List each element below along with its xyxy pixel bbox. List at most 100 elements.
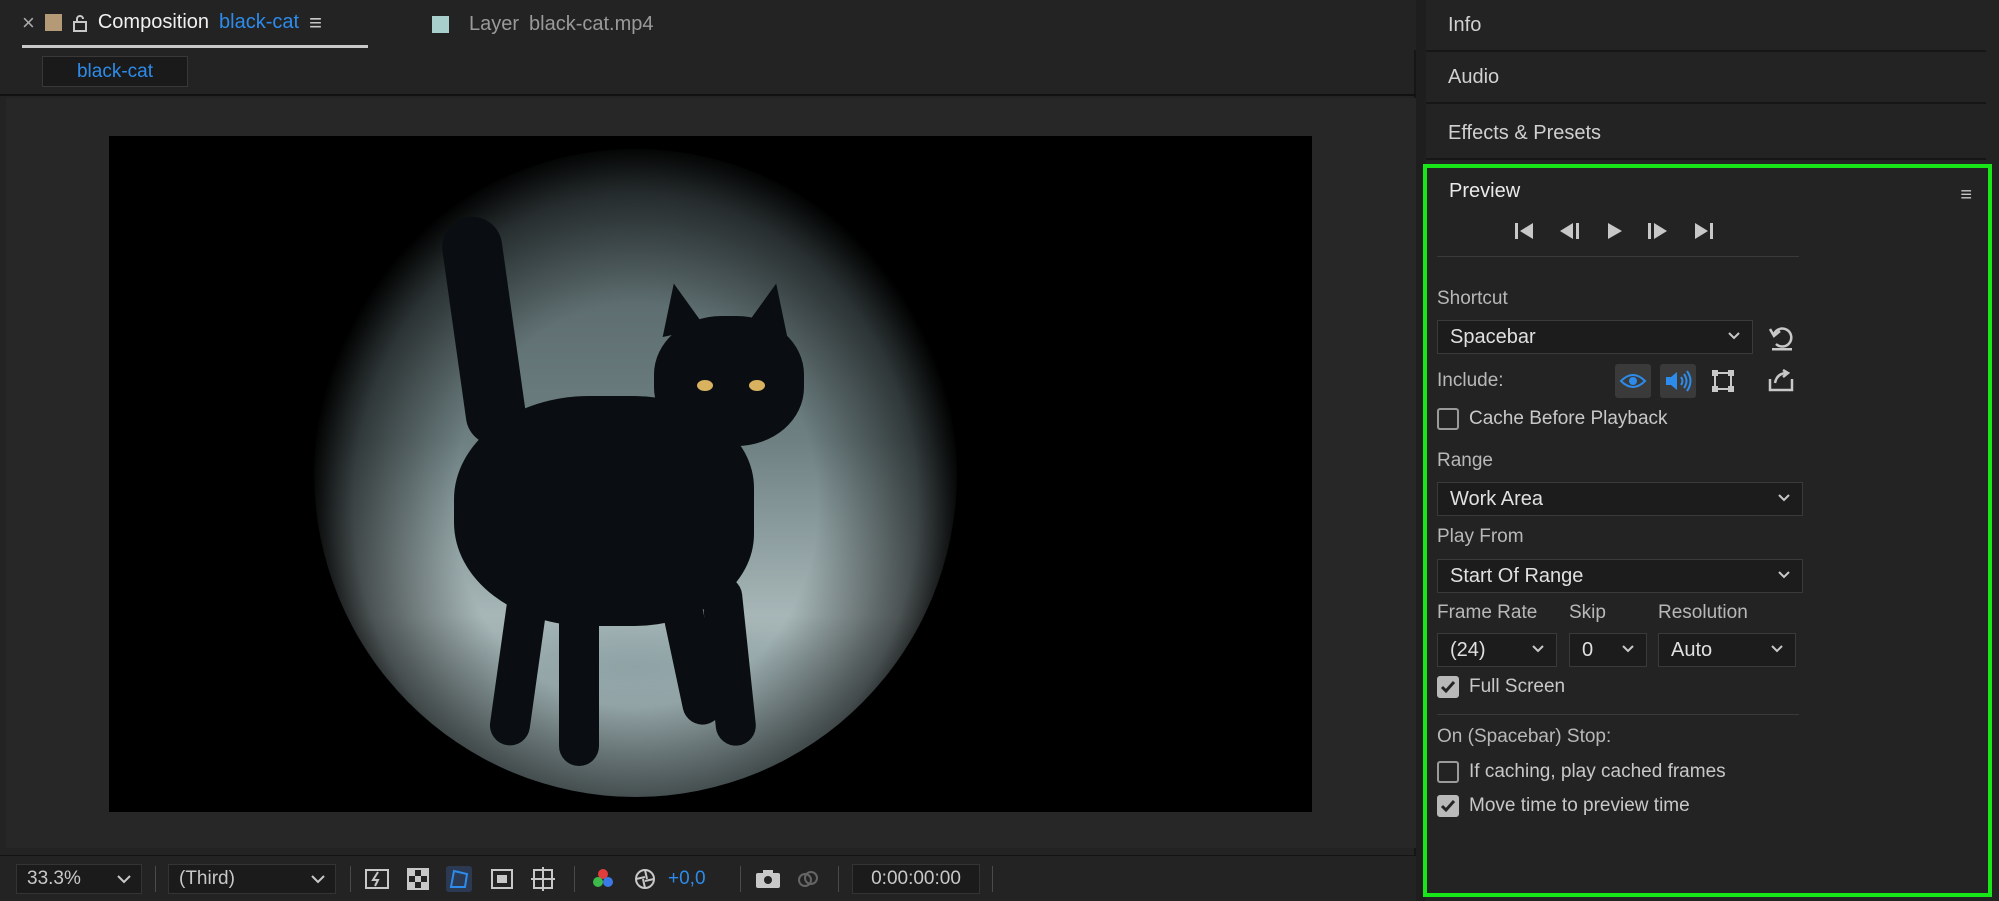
tab-composition-name: black-cat bbox=[219, 11, 300, 33]
tab-layer[interactable]: Layer black-cat.mp4 bbox=[432, 0, 654, 48]
if-caching-row[interactable]: If caching, play cached frames bbox=[1437, 761, 1726, 783]
current-time-value: 0:00:00:00 bbox=[871, 868, 961, 889]
play-from-value: Start Of Range bbox=[1450, 564, 1584, 587]
color-management-icon[interactable] bbox=[632, 866, 658, 892]
cache-before-playback-label: Cache Before Playback bbox=[1469, 408, 1668, 429]
fast-previews-icon[interactable] bbox=[364, 866, 390, 892]
toolbar-divider bbox=[838, 866, 839, 892]
preview-panel: Preview ≡ Shortcut Spacebar Include: Cac… bbox=[1423, 164, 1992, 897]
shortcut-label: Shortcut bbox=[1437, 288, 1508, 309]
preview-panel-title: Preview bbox=[1449, 180, 1521, 202]
move-time-row[interactable]: Move time to preview time bbox=[1437, 795, 1690, 817]
close-tab-button[interactable]: × bbox=[22, 10, 35, 36]
tab-layer-name: black-cat.mp4 bbox=[529, 12, 654, 35]
divider bbox=[1437, 256, 1799, 257]
grid-guides-icon[interactable] bbox=[530, 866, 556, 892]
resolution-dropdown[interactable]: (Third) bbox=[168, 864, 336, 894]
composition-color-swatch[interactable] bbox=[44, 14, 62, 31]
magnification-dropdown[interactable]: 33.3% bbox=[16, 864, 142, 894]
viewer-tab-bar: × Composition black-cat ≡ Layer black-ca… bbox=[0, 0, 1416, 50]
export-output-icon[interactable] bbox=[1763, 364, 1799, 398]
panel-menu-icon[interactable]: ≡ bbox=[1960, 184, 1972, 207]
chevron-down-icon bbox=[1778, 494, 1790, 502]
audio-panel-header[interactable]: Audio bbox=[1426, 52, 1986, 104]
composition-subtab[interactable]: black-cat bbox=[42, 56, 188, 87]
tab-menu-icon[interactable]: ≡ bbox=[309, 10, 322, 36]
if-caching-checkbox[interactable] bbox=[1437, 761, 1459, 783]
include-overlays-toggle[interactable] bbox=[1705, 364, 1741, 398]
full-screen-row[interactable]: Full Screen bbox=[1437, 676, 1565, 698]
chevron-down-icon bbox=[1778, 571, 1790, 579]
range-value: Work Area bbox=[1450, 487, 1543, 510]
chevron-down-icon bbox=[1622, 645, 1634, 653]
full-screen-label: Full Screen bbox=[1469, 676, 1566, 697]
frame-rate-value: (24) bbox=[1450, 638, 1486, 661]
first-frame-button[interactable] bbox=[1510, 216, 1540, 246]
composition-navigator: black-cat bbox=[0, 50, 1416, 96]
tab-composition[interactable]: × Composition black-cat ≡ bbox=[22, 0, 368, 48]
cache-before-playback-checkbox[interactable] bbox=[1437, 408, 1459, 430]
viewer-toolbar: 33.3% (Third) +0,0 0:00:00:00 bbox=[0, 855, 1416, 901]
lock-icon[interactable] bbox=[72, 14, 88, 32]
shortcut-dropdown[interactable]: Spacebar bbox=[1437, 320, 1753, 354]
toolbar-divider bbox=[350, 866, 351, 892]
region-of-interest-icon[interactable] bbox=[489, 866, 515, 892]
chevron-down-icon bbox=[1728, 332, 1740, 340]
cat-eye bbox=[749, 380, 765, 391]
move-time-checkbox[interactable] bbox=[1437, 795, 1459, 817]
camera-snapshot-icon[interactable] bbox=[755, 866, 781, 892]
resolution-label: Resolution bbox=[1658, 602, 1748, 623]
play-button[interactable] bbox=[1599, 216, 1629, 246]
frame-rate-dropdown[interactable]: (24) bbox=[1437, 633, 1557, 667]
show-snapshot-icon[interactable] bbox=[795, 866, 821, 892]
resolution-value: (Third) bbox=[179, 868, 235, 889]
skip-label: Skip bbox=[1569, 602, 1606, 623]
mask-path-visibility-icon[interactable] bbox=[446, 866, 472, 892]
current-time-display[interactable]: 0:00:00:00 bbox=[852, 864, 980, 894]
last-frame-button[interactable] bbox=[1688, 216, 1718, 246]
toolbar-divider bbox=[992, 866, 993, 892]
tab-layer-label: Layer bbox=[469, 12, 520, 35]
exposure-value[interactable]: +0,0 bbox=[668, 864, 706, 894]
tab-composition-label: Composition bbox=[97, 11, 210, 33]
next-frame-button[interactable] bbox=[1643, 216, 1673, 246]
previous-frame-button[interactable] bbox=[1554, 216, 1584, 246]
reset-shortcut-icon[interactable] bbox=[1767, 324, 1797, 352]
cache-before-playback-row[interactable]: Cache Before Playback bbox=[1437, 408, 1668, 430]
info-panel-title: Info bbox=[1448, 13, 1482, 36]
cat-leg bbox=[559, 596, 599, 766]
composition-frame[interactable] bbox=[109, 136, 1312, 812]
cat-eye bbox=[697, 380, 713, 391]
channels-icon[interactable] bbox=[590, 866, 616, 892]
chevron-down-icon bbox=[1532, 645, 1544, 653]
include-audio-toggle[interactable] bbox=[1660, 364, 1696, 398]
full-screen-checkbox[interactable] bbox=[1437, 676, 1459, 698]
chevron-down-icon bbox=[311, 875, 325, 884]
toolbar-divider bbox=[740, 866, 741, 892]
stop-options-label: On (Spacebar) Stop: bbox=[1437, 726, 1612, 747]
audio-panel-title: Audio bbox=[1448, 65, 1500, 88]
range-label: Range bbox=[1437, 450, 1493, 471]
cat-head bbox=[654, 316, 804, 446]
magnification-value: 33.3% bbox=[27, 868, 81, 889]
transparency-grid-icon[interactable] bbox=[405, 866, 431, 892]
chevron-down-icon bbox=[117, 875, 131, 884]
resolution-setting-dropdown[interactable]: Auto bbox=[1658, 633, 1796, 667]
include-label: Include: bbox=[1437, 370, 1504, 391]
skip-dropdown[interactable]: 0 bbox=[1569, 633, 1647, 667]
toolbar-divider bbox=[574, 866, 575, 892]
resolution-setting-value: Auto bbox=[1671, 638, 1713, 661]
range-dropdown[interactable]: Work Area bbox=[1437, 482, 1803, 516]
chevron-down-icon bbox=[1771, 645, 1783, 653]
play-from-dropdown[interactable]: Start Of Range bbox=[1437, 559, 1803, 593]
move-time-label: Move time to preview time bbox=[1469, 795, 1690, 816]
shortcut-value: Spacebar bbox=[1450, 325, 1536, 348]
if-caching-label: If caching, play cached frames bbox=[1469, 761, 1726, 782]
layer-color-swatch bbox=[432, 15, 449, 33]
effects-presets-panel-title: Effects & Presets bbox=[1448, 121, 1602, 144]
play-from-label: Play From bbox=[1437, 526, 1524, 547]
include-video-toggle[interactable] bbox=[1615, 364, 1651, 398]
effects-presets-panel-header[interactable]: Effects & Presets bbox=[1426, 108, 1986, 160]
info-panel-header[interactable]: Info bbox=[1426, 0, 1986, 52]
composition-panel: × Composition black-cat ≡ Layer black-ca… bbox=[0, 0, 1416, 901]
